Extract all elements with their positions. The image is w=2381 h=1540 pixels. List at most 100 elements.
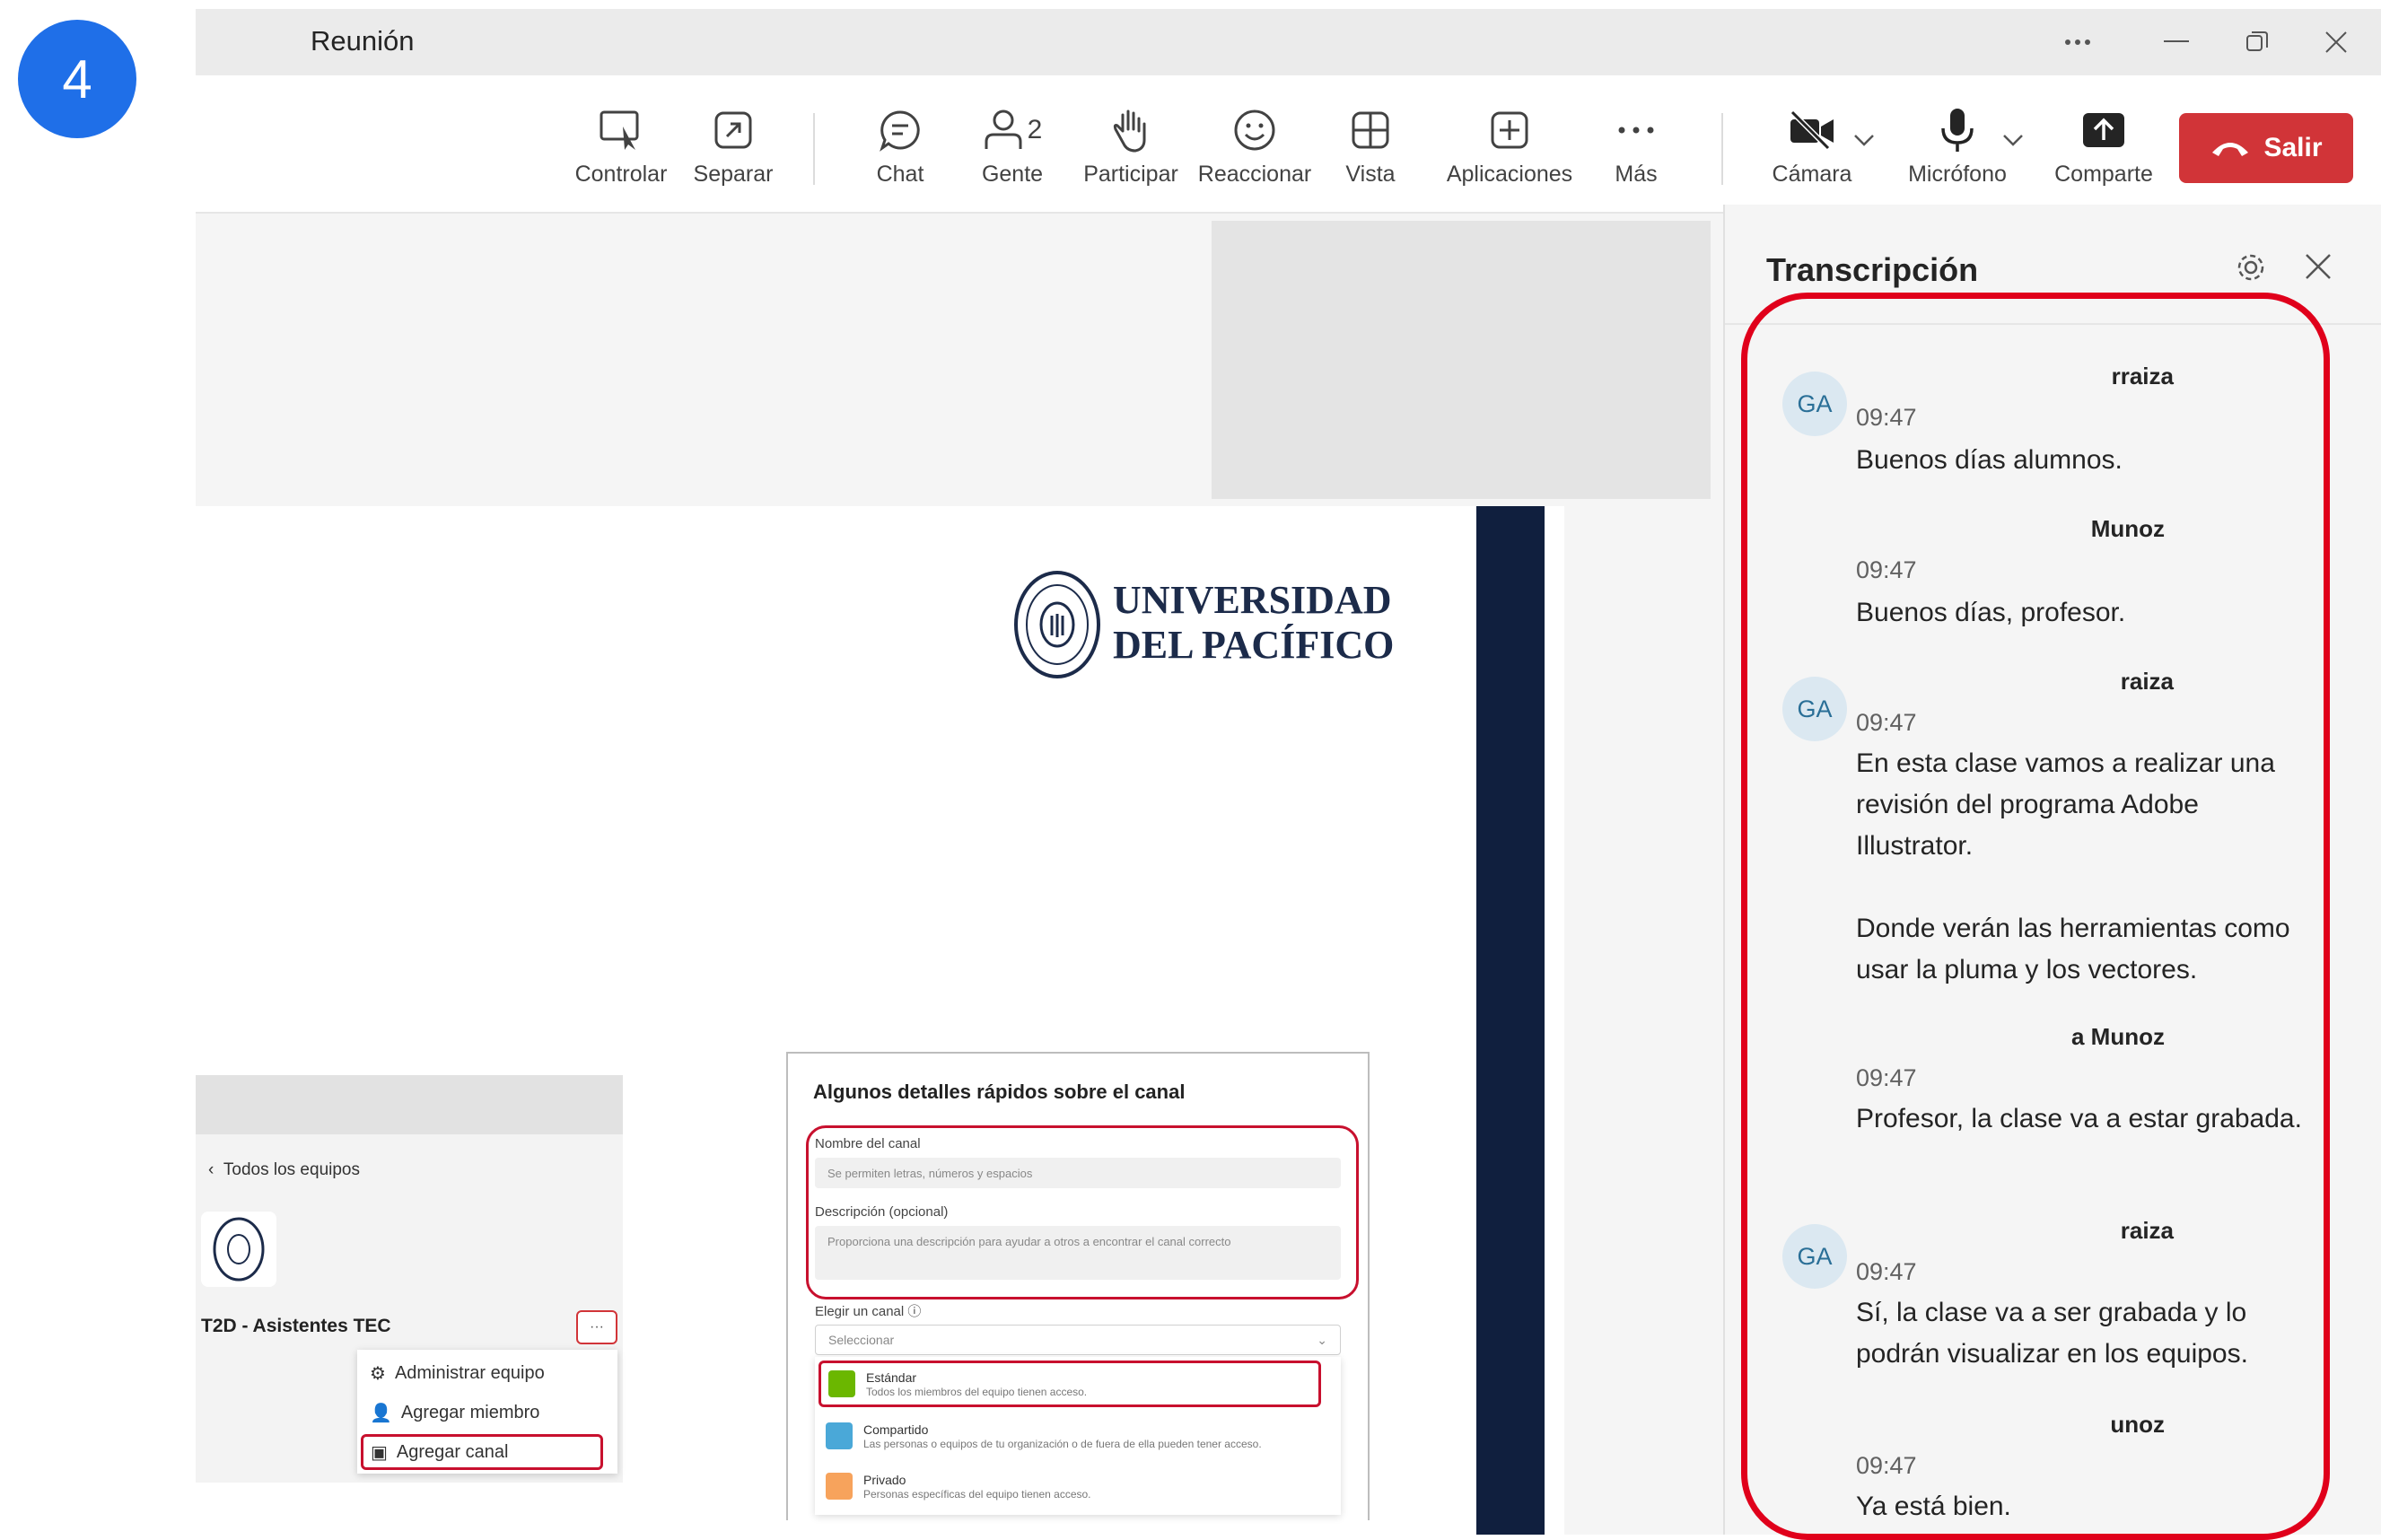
avatar: GA	[1782, 677, 1847, 741]
entry-time: 09:47	[1856, 1452, 1917, 1479]
more-icon	[1616, 106, 1656, 154]
speaker-name: unoz	[2110, 1411, 2165, 1438]
dialog-title: Algunos detalles rápidos sobre el canal	[813, 1081, 1186, 1103]
chevron-down-icon	[1854, 135, 1874, 146]
toolbar-separator	[813, 113, 815, 185]
gear-icon	[2237, 254, 2264, 281]
microphone-options-chevron[interactable]	[2001, 133, 2025, 152]
info-icon: ⓘ	[907, 1304, 922, 1319]
transcript-close-button[interactable]	[2303, 251, 2333, 286]
entry-time: 09:47	[1856, 1258, 1917, 1285]
pop-out-button[interactable]: Separar	[684, 106, 783, 205]
view-button[interactable]: Vista	[1330, 106, 1411, 205]
microphone-button[interactable]: Micrófono	[1886, 106, 2028, 205]
team-more-button: ···	[576, 1310, 617, 1344]
university-logo-text: UNIVERSIDAD DEL PACÍFICO	[1113, 578, 1395, 667]
share-button[interactable]: Comparte	[2039, 106, 2168, 205]
leave-button[interactable]: Salir	[2179, 113, 2353, 183]
option-standard: Estándar Todos los miembros del equipo ti…	[818, 1361, 1321, 1407]
take-control-icon	[598, 106, 644, 154]
window-title: Reunión	[311, 25, 415, 57]
raise-hand-icon	[1110, 106, 1151, 154]
react-button[interactable]: Reaccionar	[1192, 106, 1317, 205]
control-button[interactable]: Controlar	[567, 106, 675, 205]
channel-type-options: Estándar Todos los miembros del equipo ti…	[815, 1357, 1341, 1515]
step-number-badge: 4	[18, 20, 136, 138]
camera-options-chevron[interactable]	[1852, 133, 1876, 152]
transcript-settings-button[interactable]	[2235, 251, 2267, 288]
speaker-name: raiza	[2120, 1217, 2174, 1244]
more-options-button[interactable]	[2037, 18, 2118, 66]
speaker-name: raiza	[2120, 668, 2174, 695]
meeting-stage: UNIVERSIDAD DEL PACÍFICO ‹ Todos los equ…	[196, 214, 1723, 1535]
hang-up-icon	[2212, 143, 2249, 156]
add-person-icon: 👤	[370, 1403, 392, 1423]
chat-button[interactable]: Chat	[851, 106, 950, 205]
team-avatar	[201, 1212, 276, 1287]
private-channel-icon	[826, 1473, 853, 1500]
minimize-button[interactable]	[2136, 18, 2217, 66]
standard-channel-icon	[828, 1370, 855, 1397]
camera-off-icon	[1787, 106, 1837, 154]
channel-dialog-screenshot: Algunos detalles rápidos sobre el canal …	[786, 1052, 1370, 1520]
entry-text-continued: Donde verán las herramientas como usar l…	[1856, 914, 2290, 984]
avatar: GA	[1782, 372, 1847, 436]
close-icon	[2306, 254, 2331, 279]
pop-out-icon	[713, 106, 754, 154]
chevron-down-icon: ⌄	[1317, 1332, 1327, 1347]
chevron-down-icon	[2003, 135, 2023, 146]
participant-video-tile[interactable]	[1212, 221, 1711, 499]
speaker-name: a Munoz	[2071, 1023, 2165, 1050]
chat-icon	[878, 106, 923, 154]
team-header-strip	[196, 1075, 623, 1134]
university-seal-logo	[1012, 569, 1102, 685]
speaker-name: rraiza	[2111, 363, 2174, 389]
menu-item-add-member: 👤 Agregar miembro	[370, 1402, 540, 1423]
more-actions-button[interactable]: Más	[1596, 106, 1676, 205]
entry-text: Profesor, la clase va a estar grabada.	[1856, 1104, 2302, 1133]
channel-name-label: Nombre del canal	[815, 1136, 921, 1151]
react-icon	[1232, 106, 1277, 154]
channel-type-select: Seleccionar ⌄	[815, 1325, 1341, 1355]
apps-button[interactable]: Aplicaciones	[1438, 106, 1581, 205]
channel-description-label: Descripción (opcional)	[815, 1204, 949, 1220]
title-bar: Reunión	[196, 9, 2381, 75]
channel-description-input: Proporciona una descripción para ayudar …	[815, 1226, 1341, 1280]
raise-hand-button[interactable]: Participar	[1077, 106, 1185, 205]
avatar: GA	[1782, 1224, 1847, 1289]
people-count: 2	[1027, 115, 1043, 144]
entry-text: Sí, la clase va a ser grabada y lo podrá…	[1856, 1298, 2248, 1369]
entry-text: Ya está bien.	[1856, 1492, 2011, 1521]
entry-time: 09:47	[1856, 709, 1917, 736]
entry-time: 09:47	[1856, 404, 1917, 431]
close-window-button[interactable]	[2296, 18, 2377, 66]
restore-button[interactable]	[2217, 18, 2298, 66]
team-context-menu: ⚙ Administrar equipo 👤 Agregar miembro ▣ Ag…	[357, 1350, 617, 1474]
view-icon	[1350, 106, 1391, 154]
transcript-title: Transcripción	[1766, 251, 1979, 288]
slide-side-band	[1476, 506, 1545, 1535]
all-teams-link: ‹ Todos los equipos	[208, 1160, 360, 1179]
transcript-panel: Transcripción GA rraiza 09:47 Buenos día…	[1723, 205, 2381, 1535]
channel-type-label: Elegir un canal ⓘ	[815, 1304, 922, 1319]
meeting-window: Reunión Controlar Separar Chat 2 Gente P…	[196, 9, 2381, 1535]
close-icon	[2325, 31, 2347, 53]
more-icon	[2065, 39, 2090, 45]
team-menu-screenshot: ‹ Todos los equipos T2D - Asistentes TEC…	[196, 1075, 623, 1483]
add-channel-icon: ▣	[371, 1442, 388, 1463]
entry-time: 09:47	[1856, 1064, 1917, 1091]
camera-button[interactable]: Cámara	[1754, 106, 1870, 205]
microphone-icon	[1938, 106, 1977, 154]
entry-text: Buenos días alumnos.	[1856, 445, 2123, 475]
entry-text: Buenos días, profesor.	[1856, 598, 2126, 627]
people-button[interactable]: 2 Gente	[962, 106, 1063, 205]
restore-icon	[2246, 31, 2268, 51]
toolbar-separator	[1721, 113, 1723, 185]
minimize-icon	[2164, 40, 2189, 42]
option-private: Privado Personas específicas del equipo t…	[826, 1463, 1328, 1509]
gear-icon: ⚙	[370, 1363, 386, 1384]
team-name: T2D - Asistentes TEC	[201, 1316, 391, 1336]
speaker-name: Munoz	[2090, 515, 2165, 542]
share-icon	[2081, 106, 2126, 154]
option-shared: Compartido Las personas o equipos de tu o…	[826, 1413, 1328, 1459]
